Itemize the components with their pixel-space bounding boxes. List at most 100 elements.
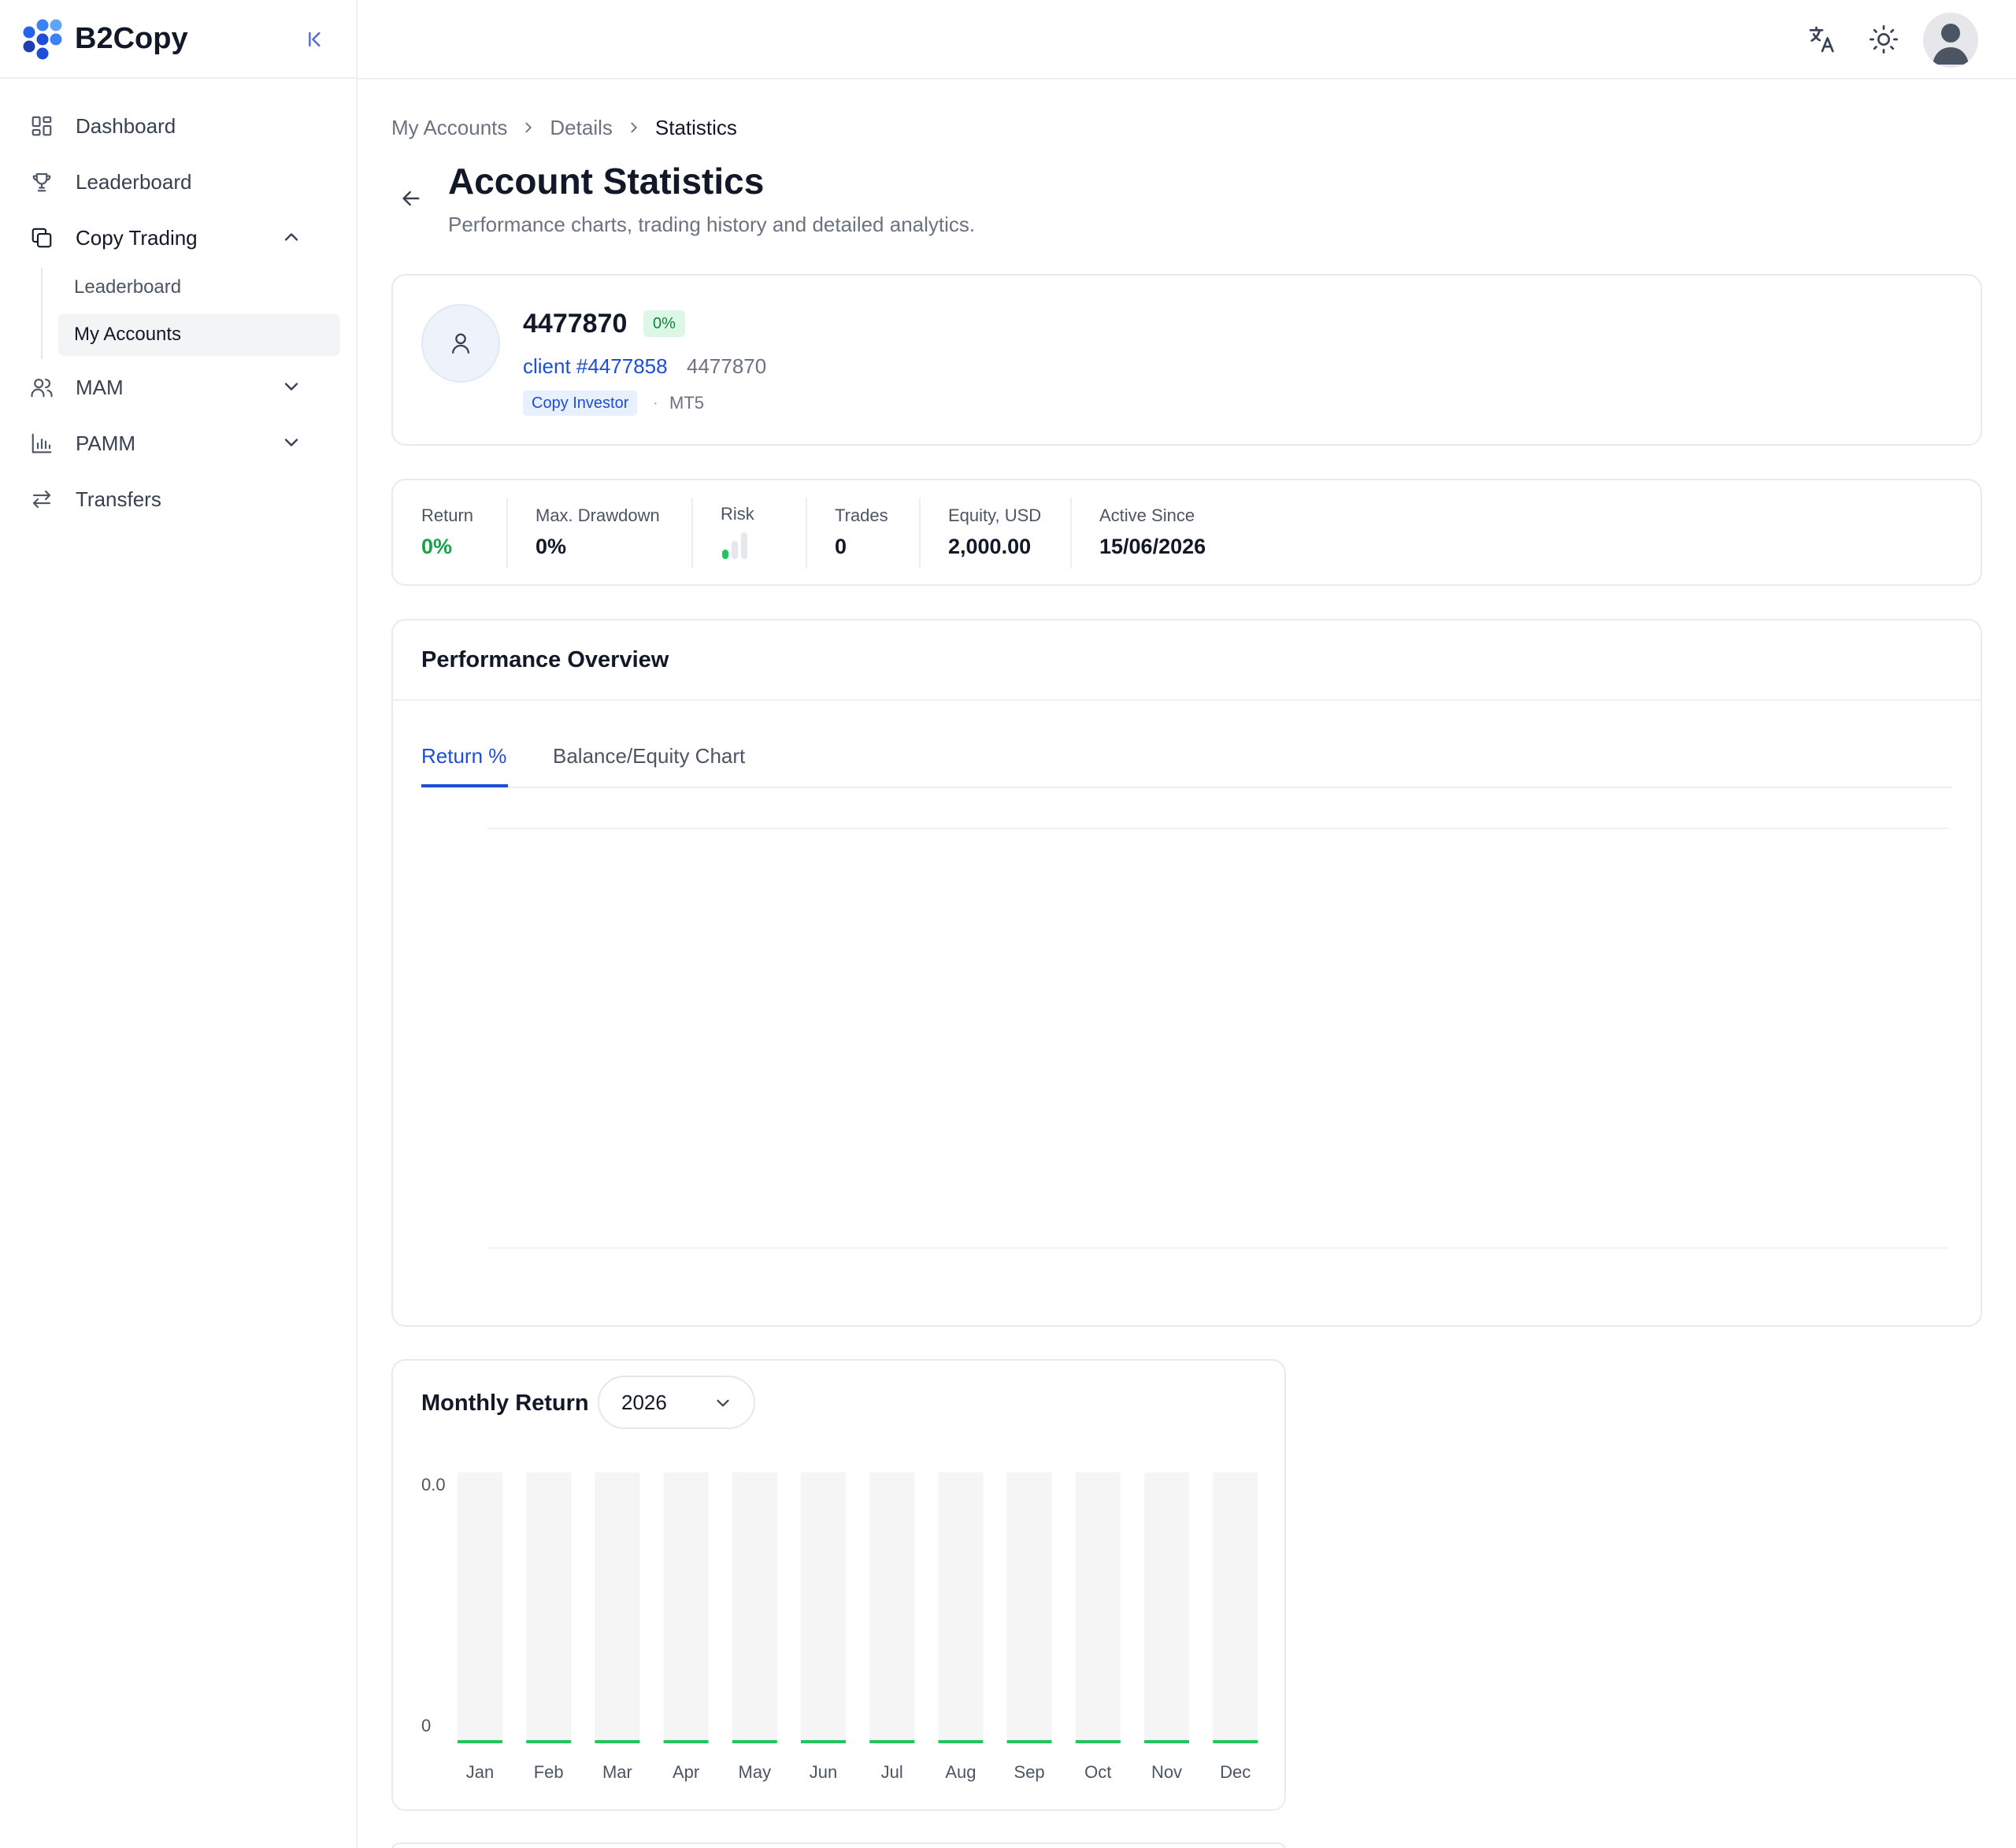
- app-name: B2Copy: [75, 22, 188, 55]
- risk-bar: [741, 532, 747, 559]
- user-avatar[interactable]: [1923, 13, 1978, 68]
- transfer-icon: [28, 486, 55, 513]
- client-link[interactable]: client #4477858: [523, 353, 668, 380]
- bar-background: [526, 1472, 572, 1742]
- performance-title: Performance Overview: [421, 647, 669, 672]
- bar-chart-icon: [28, 430, 55, 457]
- risk-bar: [722, 550, 728, 559]
- tab-return-percent[interactable]: Return %: [421, 742, 506, 770]
- sidebar-item-copy-trading[interactable]: Copy Trading: [28, 214, 331, 261]
- return-badge: 0%: [643, 310, 685, 337]
- bar: [663, 1740, 709, 1743]
- stat-equity: Equity, USD 2,000.00: [948, 504, 1041, 561]
- bar: [595, 1740, 640, 1743]
- bar: [1075, 1740, 1121, 1743]
- breadcrumb-statistics: Statistics: [654, 115, 737, 139]
- b2copy-logo-icon: [23, 19, 62, 60]
- top-bar: [358, 0, 2016, 80]
- stat-risk: Risk: [721, 502, 755, 565]
- sidebar-item-transfers[interactable]: Transfers: [28, 476, 331, 523]
- sidebar-item-dashboard[interactable]: Dashboard: [28, 102, 331, 150]
- bar-background: [938, 1472, 984, 1742]
- stat-max-drawdown: Max. Drawdown 0%: [536, 504, 660, 561]
- bar: [458, 1740, 502, 1743]
- chevron-up-icon[interactable]: [280, 226, 302, 248]
- sidebar-item-mam[interactable]: MAM: [28, 364, 331, 411]
- dashboard-icon: [28, 113, 55, 139]
- copy-icon: [28, 224, 55, 251]
- risk-bar: [732, 541, 738, 559]
- sidebar: B2Copy Dashboard Leaderboard Copy Tradin…: [0, 0, 358, 1848]
- divider: [691, 498, 693, 568]
- chevron-right-icon: [631, 122, 637, 133]
- stat-value: 0%: [421, 535, 453, 558]
- chevron-down-icon[interactable]: [280, 431, 302, 454]
- brand-header: B2Copy: [0, 0, 356, 79]
- translate-icon[interactable]: [1807, 24, 1838, 55]
- platform-label: MT5: [669, 393, 704, 413]
- next-card-edge: [391, 1842, 1286, 1848]
- bar: [1006, 1740, 1052, 1743]
- bar: [732, 1740, 777, 1743]
- x-axis-tick: Oct: [1084, 1762, 1111, 1782]
- sidebar-item-leaderboard[interactable]: Leaderboard: [28, 158, 331, 206]
- divider: [506, 498, 508, 568]
- sidebar-item-pamm[interactable]: PAMM: [28, 420, 331, 467]
- breadcrumb-my-accounts[interactable]: My Accounts: [391, 116, 507, 140]
- back-arrow-icon[interactable]: [398, 186, 424, 211]
- risk-level-indicator: [722, 532, 747, 559]
- bar-background: [1213, 1472, 1258, 1742]
- chevron-down-icon[interactable]: [280, 376, 302, 398]
- user-icon: [451, 333, 470, 354]
- page-title: Account Statistics: [448, 161, 765, 202]
- bar-background: [1075, 1472, 1121, 1742]
- sidebar-item-label: Dashboard: [76, 113, 176, 138]
- sidebar-subitem-my-accounts[interactable]: My Accounts: [58, 313, 340, 356]
- breadcrumb-details[interactable]: Details: [550, 116, 612, 140]
- account-id: 4477870: [523, 309, 628, 339]
- x-axis-tick: Aug: [945, 1762, 976, 1782]
- divider: [393, 699, 1981, 701]
- chart-gridline: [487, 1247, 1948, 1249]
- stat-trades: Trades 0: [835, 504, 888, 561]
- separator-dot: ·: [653, 394, 658, 412]
- stat-return: Return 0%: [421, 504, 473, 561]
- stat-label: Risk: [721, 504, 754, 524]
- bar: [1213, 1740, 1258, 1743]
- account-card: 4477870 0% client #4477858 4477870 Copy …: [391, 274, 1982, 446]
- divider: [919, 498, 921, 568]
- bar: [1144, 1740, 1189, 1743]
- bar-background: [458, 1472, 502, 1742]
- x-axis-tick: Jan: [466, 1762, 494, 1782]
- bar-background: [869, 1472, 915, 1742]
- stat-label: Return: [421, 506, 474, 525]
- account-avatar: [421, 304, 500, 383]
- chart-gridline: [487, 828, 1948, 829]
- bar-background: [663, 1472, 709, 1742]
- bar-background: [732, 1472, 777, 1742]
- account-type-tag: Copy Investor: [523, 391, 638, 416]
- x-axis-tick: Mar: [602, 1762, 632, 1782]
- stat-label: Max. Drawdown: [536, 506, 660, 525]
- stat-label: Trades: [835, 506, 888, 525]
- performance-overview-card: Performance Overview Return % Balance/Eq…: [391, 619, 1982, 1327]
- page-subtitle: Performance charts, trading history and …: [448, 213, 976, 236]
- bar-background: [801, 1472, 846, 1742]
- trophy-icon: [28, 169, 55, 195]
- sidebar-subitem-leaderboard[interactable]: Leaderboard: [58, 266, 340, 309]
- x-axis-tick: Apr: [673, 1762, 699, 1782]
- collapse-sidebar-icon[interactable]: [302, 27, 328, 52]
- bar-background: [1006, 1472, 1052, 1742]
- users-icon: [28, 374, 55, 401]
- stat-label: Active Since: [1099, 506, 1195, 525]
- tab-balance-equity-chart[interactable]: Balance/Equity Chart: [553, 742, 745, 770]
- sidebar-item-label: MAM: [76, 375, 124, 399]
- x-axis-tick: Feb: [534, 1762, 564, 1782]
- stats-card: Return 0% Max. Drawdown 0% Risk Trades 0…: [391, 479, 1982, 586]
- monthly-return-chart: Jan Feb Mar Apr May Jun Jul Aug Sep Oct Nov Dec: [458, 1472, 1258, 1782]
- sidebar-item-label: Leaderboard: [76, 169, 192, 194]
- theme-sun-icon[interactable]: [1868, 24, 1899, 55]
- bar: [526, 1740, 572, 1743]
- stat-value: 2,000.00: [948, 535, 1032, 558]
- tabs-baseline: [421, 787, 1952, 788]
